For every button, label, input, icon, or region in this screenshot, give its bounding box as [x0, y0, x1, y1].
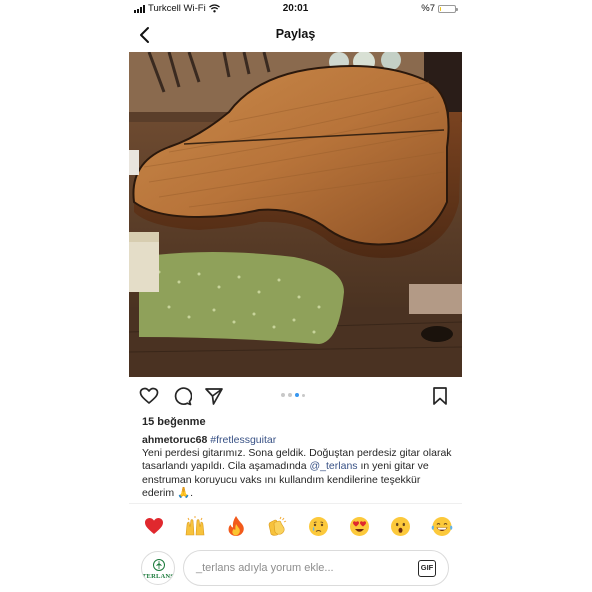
- caption-hashtag[interactable]: #fretlessguitar: [210, 434, 276, 446]
- comment-input[interactable]: _terlans adıyla yorum ekle... GIF: [183, 550, 449, 586]
- status-bar: Turkcell Wi-Fi 20:01 %7: [129, 0, 462, 18]
- emoji-clapping-hands[interactable]: [266, 515, 288, 537]
- comment-placeholder: _terlans adıyla yorum ekle...: [196, 562, 334, 574]
- tears-of-joy-icon: [431, 516, 453, 536]
- carousel-dot-active: [295, 393, 299, 397]
- emoji-heart-eyes[interactable]: [349, 515, 371, 537]
- gif-button[interactable]: GIF: [418, 560, 436, 577]
- battery-percent: %7: [421, 3, 435, 14]
- page-title: Paylaş: [275, 27, 316, 41]
- divider: [129, 503, 462, 504]
- emoji-tears-of-joy[interactable]: [431, 515, 453, 537]
- caption-mention[interactable]: @_terlans: [310, 460, 358, 472]
- nav-bar: Paylaş: [129, 20, 462, 50]
- caption-username[interactable]: ahmetoruc68: [142, 434, 207, 446]
- red-heart-icon: [145, 518, 163, 534]
- heart-icon[interactable]: [139, 386, 159, 406]
- emoji-surprised-face[interactable]: [390, 515, 412, 537]
- emoji-fire[interactable]: [225, 515, 247, 537]
- surprised-face-icon: [391, 516, 411, 536]
- clapping-hands-icon: [269, 516, 287, 536]
- terlans-logo-icon: [153, 559, 165, 571]
- like-count[interactable]: 15 beğenme: [142, 416, 206, 428]
- emoji-heart[interactable]: [143, 515, 165, 537]
- clock: 20:01: [282, 3, 309, 14]
- battery-level: [440, 6, 441, 11]
- send-icon[interactable]: [204, 386, 224, 406]
- heart-eyes-icon: [350, 516, 370, 536]
- carousel-dot: [302, 393, 305, 397]
- avatar-label: TERLANS: [142, 573, 175, 580]
- post-image[interactable]: [129, 52, 462, 377]
- battery-info: %7: [421, 3, 458, 14]
- chevron-left-icon[interactable]: [135, 25, 155, 45]
- avatar: TERLANS: [141, 551, 175, 585]
- post-caption: ahmetoruc68 #fretlessguitar Yeni perdesi…: [142, 434, 454, 500]
- crying-face-icon: [309, 516, 329, 536]
- instagram-share-screen: Turkcell Wi-Fi 20:01 %7 Paylaş 15 beğenm…: [129, 0, 462, 592]
- bookmark-icon[interactable]: [430, 386, 450, 406]
- comment-icon[interactable]: [172, 386, 192, 406]
- raised-hands-icon: [185, 516, 205, 536]
- guitar-photo: [129, 52, 462, 377]
- carousel-dot: [288, 393, 292, 397]
- post-actions: [129, 384, 462, 408]
- add-comment-row: TERLANS _terlans adıyla yorum ekle... GI…: [141, 549, 453, 587]
- carousel-indicator: [281, 393, 305, 397]
- battery-icon: [438, 4, 458, 13]
- fire-icon: [228, 516, 245, 536]
- emoji-quick-reactions: [143, 514, 453, 538]
- emoji-raised-hands[interactable]: [184, 515, 206, 537]
- carousel-dot: [281, 393, 285, 397]
- emoji-crying-face[interactable]: [308, 515, 330, 537]
